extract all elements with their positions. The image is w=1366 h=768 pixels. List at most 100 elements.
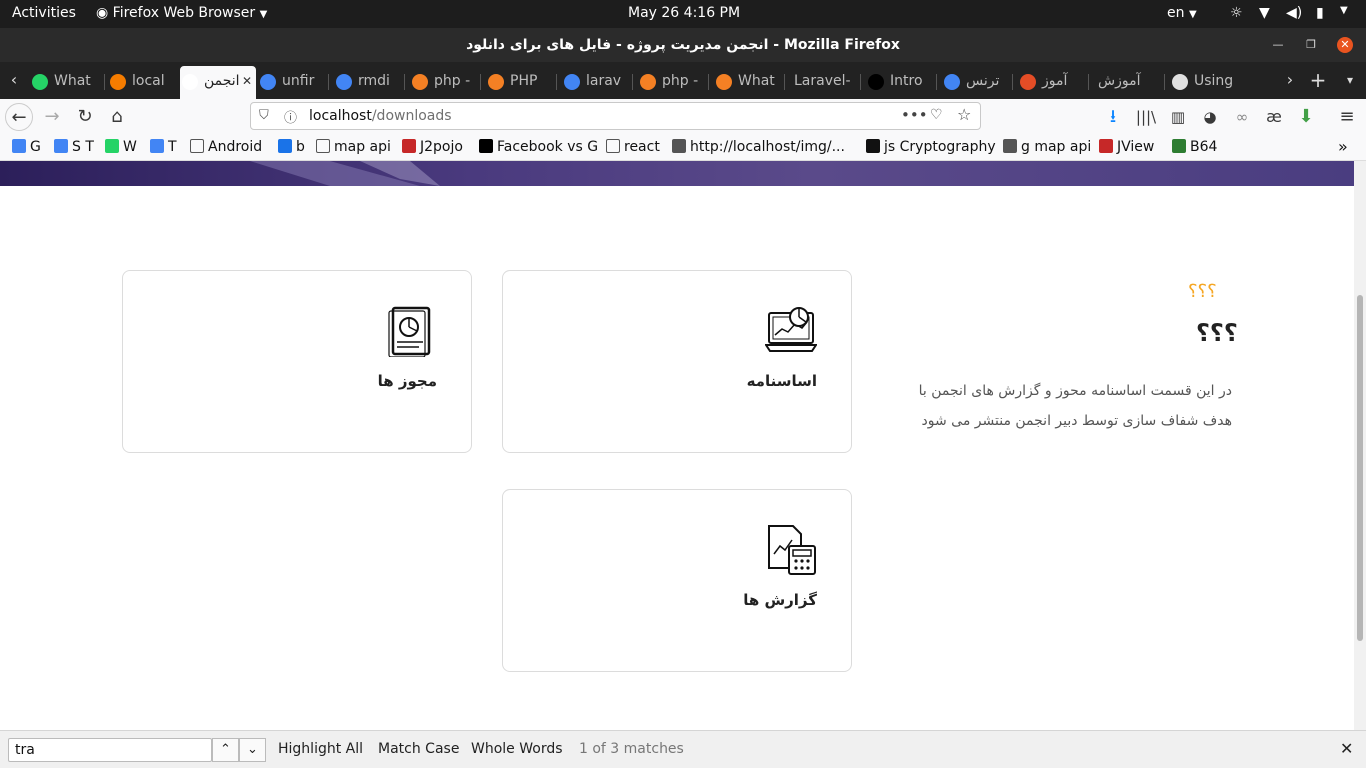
sidebar-icon[interactable]: ▥ [1164,103,1192,131]
stackoverflow-icon [716,74,732,90]
downloads-icon[interactable]: ⭳ [1099,103,1127,131]
bookmark-item[interactable]: g map api [1003,139,1091,155]
extension-icon[interactable]: ∞ [1228,103,1256,131]
site-info-icon[interactable]: ⓘ [284,107,297,126]
find-status: 1 of 3 matches [579,741,684,757]
card-licenses[interactable]: مجوز ها [122,270,472,453]
whole-words-button[interactable]: Whole Words [471,741,563,757]
bookmark-item[interactable]: W [105,139,137,155]
address-bar[interactable]: ⛉ ⓘ localhost/downloads ••• ♡ ☆ [250,102,981,130]
pocket-icon[interactable]: ♡ [930,107,943,123]
bookmark-item[interactable]: T [150,139,177,155]
tab-label: Intro [890,73,923,89]
find-input[interactable] [8,738,212,762]
scroll-tabs-right-icon[interactable]: › [1276,66,1304,94]
maximize-icon[interactable]: ❐ [1303,37,1319,53]
highlight-all-button[interactable]: Highlight All [278,741,363,757]
app-menu[interactable]: ◉ Firefox Web Browser ▼ [96,5,267,21]
browser-tab[interactable]: Using [1170,66,1238,99]
bookmark-label: J2pojo [420,139,463,155]
bookmark-item[interactable]: map api [316,139,391,155]
close-find-bar-icon[interactable]: ✕ [1340,739,1353,758]
folder-icon [190,139,204,153]
battery-icon[interactable]: ▮ [1316,5,1324,21]
library-icon[interactable]: |||\ [1132,103,1160,131]
page-scrollbar[interactable] [1354,161,1366,730]
xampp-icon [110,74,126,90]
card-statute[interactable]: اساسنامه [502,270,852,453]
bookmark-item[interactable]: S T [54,139,94,155]
shield-icon[interactable]: ⛉ [259,108,269,123]
account-icon[interactable]: ◕ [1196,103,1224,131]
list-tabs-icon[interactable]: ▾ [1336,66,1364,94]
new-tab-icon[interactable]: + [1304,66,1332,94]
bookmark-item[interactable]: JView [1099,139,1154,155]
bookmark-icon [278,139,292,153]
browser-tab[interactable]: Laravel- [790,66,858,99]
system-menu-chevron-icon[interactable]: ▼ [1340,5,1348,16]
bookmark-item[interactable]: Android [190,139,262,155]
browser-tab[interactable]: unfir [258,66,326,99]
browser-tab[interactable]: آموزش [1094,66,1162,99]
browser-tab[interactable]: php - [410,66,478,99]
laptop-chart-icon [765,307,817,352]
bookmark-label: T [168,139,177,155]
forward-icon[interactable]: → [38,103,66,131]
reload-icon[interactable]: ↻ [71,103,99,131]
clock[interactable]: May 26 4:16 PM [628,5,740,21]
tab-label: What [738,73,775,89]
bookmark-item[interactable]: Facebook vs G [479,139,598,155]
card-reports[interactable]: گزارش ها [502,489,852,672]
language-indicator[interactable]: en ▼ [1167,5,1197,21]
bookmark-item[interactable]: G [12,139,41,155]
page-actions-icon[interactable]: ••• [901,106,928,124]
browser-tab[interactable]: local [108,66,172,99]
browser-tab[interactable]: ترنس [942,66,1010,99]
tab-separator [708,74,709,90]
document-pie-chart-icon [388,306,431,357]
wifi-icon[interactable]: ▼ [1259,5,1270,21]
bookmark-item[interactable]: js Cryptography [866,139,996,155]
back-icon[interactable]: ← [5,103,33,131]
bookmark-item[interactable]: B64 [1172,139,1217,155]
activities-button[interactable]: Activities [12,5,76,21]
browser-tab[interactable]: PHP [486,66,554,99]
url-text[interactable]: localhost/downloads [309,108,452,124]
browser-tab[interactable]: php - [638,66,706,99]
bookmark-star-icon[interactable]: ☆ [957,105,971,124]
browser-tab[interactable]: rmdi [334,66,402,99]
card-title: گزارش ها [743,591,817,609]
browser-tab[interactable]: آموز [1018,66,1086,99]
scrollbar-thumb[interactable] [1357,295,1363,641]
tab-separator [480,74,481,90]
bookmark-item[interactable]: J2pojo [402,139,463,155]
chevron-down-icon: ▼ [1188,9,1197,20]
scroll-tabs-left-icon[interactable]: ‹ [0,66,28,94]
browser-tab[interactable]: What [30,66,102,99]
bookmark-item[interactable]: http://localhost/img/... [672,139,845,155]
home-icon[interactable]: ⌂ [103,103,131,131]
minimize-icon[interactable]: — [1270,37,1286,53]
browser-tab[interactable]: انجمن ✕ [180,66,256,99]
chevron-down-icon: ▼ [259,9,268,20]
browser-tab[interactable]: larav [562,66,630,99]
match-case-button[interactable]: Match Case [378,741,459,757]
section-description-line1: در این قسمت اساسنامه محوز و گزارش های ان… [918,383,1232,399]
brightness-icon[interactable]: ☼ [1230,5,1243,21]
close-window-icon[interactable]: ✕ [1337,37,1353,53]
find-previous-icon[interactable]: ⌃ [212,738,239,762]
section-heading: ؟؟؟ [1196,319,1238,347]
bookmark-item[interactable]: b [278,139,305,155]
browser-tab[interactable]: What [714,66,782,99]
bookmark-item[interactable]: react [606,139,660,155]
close-tab-icon[interactable]: ✕ [242,74,252,88]
volume-icon[interactable]: ◀) [1286,5,1302,21]
more-bookmarks-icon[interactable]: » [1338,137,1348,156]
bookmark-label: Facebook vs G [497,139,599,155]
hamburger-menu-icon[interactable]: ≡ [1333,103,1361,131]
extension-ae-icon[interactable]: æ [1260,103,1288,131]
find-next-icon[interactable]: ⌄ [239,738,266,762]
google-icon [12,139,26,153]
extension-download-icon[interactable]: ⬇ [1292,103,1320,131]
browser-tab[interactable]: Intro [866,66,934,99]
